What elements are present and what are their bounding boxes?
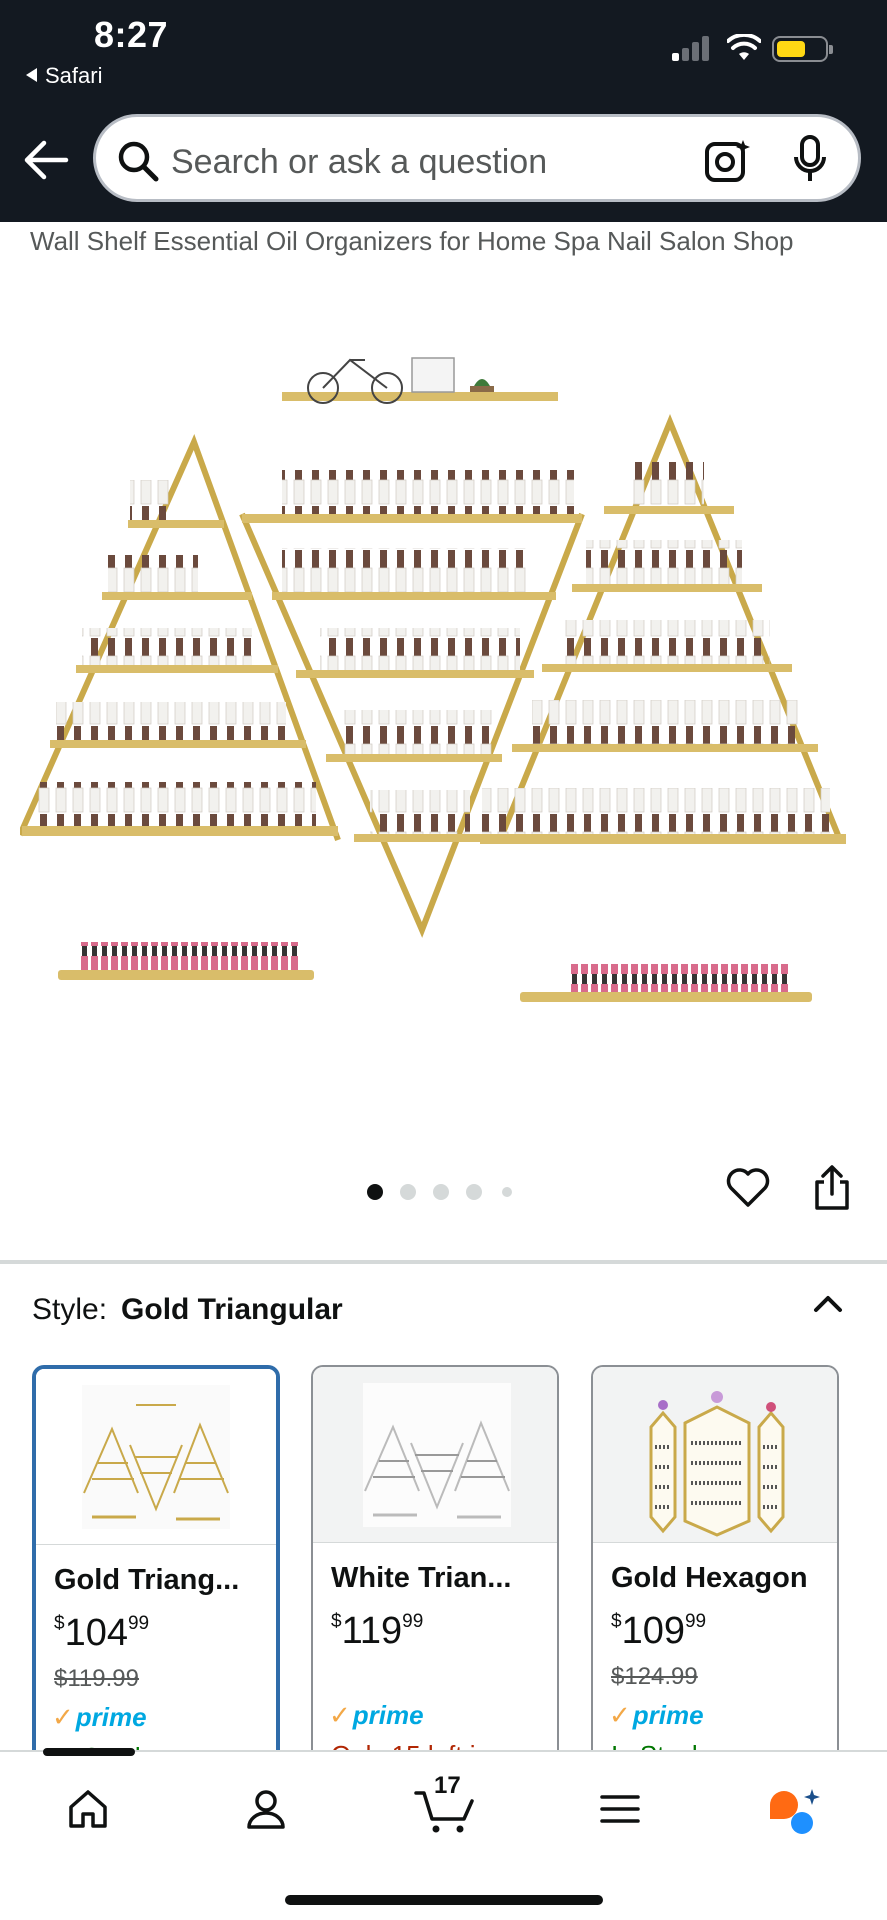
pager-dot[interactable] (466, 1184, 482, 1200)
back-arrow-icon[interactable] (22, 138, 70, 182)
style-option-card[interactable]: Gold Hexagon $10999 $124.99 ✓prime In St… (591, 1365, 839, 1805)
pager-dot[interactable] (502, 1187, 512, 1197)
style-option-card[interactable]: Gold Triang... $10499 $119.99 ✓prime In … (32, 1365, 280, 1805)
cart-count: 17 (434, 1772, 461, 1799)
selected-style: Gold Triangular (121, 1293, 343, 1326)
style-label: Style: Gold Triangular (32, 1293, 343, 1327)
search-input[interactable]: Search or ask a question (171, 143, 547, 182)
account-icon[interactable] (244, 1787, 288, 1831)
bottom-nav: 17 (0, 1748, 887, 1920)
style-option-price: $10499 (54, 1612, 150, 1654)
gold-triangular-thumbnail (82, 1385, 230, 1529)
camera-lens-icon[interactable] (704, 137, 750, 183)
style-thumbnail (36, 1369, 276, 1545)
search-bar[interactable]: Search or ask a question (93, 114, 861, 202)
style-thumbnail (313, 1367, 557, 1543)
status-time: 8:27 (94, 14, 169, 55)
back-to-app-link[interactable]: Safari (26, 63, 102, 89)
search-icon (118, 141, 159, 182)
style-option-price: $10999 (611, 1610, 707, 1652)
style-option-price: $11999 (331, 1610, 424, 1652)
share-icon[interactable] (812, 1164, 852, 1212)
battery-icon (772, 36, 833, 62)
list-price: $119.99 (54, 1665, 139, 1692)
pager-dot[interactable] (400, 1184, 416, 1200)
prime-badge: ✓prime (609, 1700, 704, 1730)
style-option-name: White Trian... (331, 1562, 512, 1594)
back-app-label: Safari (45, 63, 103, 88)
product-image[interactable] (20, 330, 868, 1030)
style-option-name: Gold Hexagon (611, 1562, 808, 1594)
pager-dot[interactable] (433, 1184, 449, 1200)
white-triangular-thumbnail (363, 1383, 511, 1527)
wifi-icon (727, 34, 761, 60)
section-divider (0, 1260, 887, 1264)
home-icon[interactable] (66, 1787, 110, 1831)
app-header: 8:27 Safari Search or ask a question (0, 0, 887, 222)
rufus-assistant-icon[interactable] (766, 1787, 824, 1837)
prime-badge: ✓prime (52, 1702, 147, 1732)
microphone-icon[interactable] (792, 135, 828, 183)
style-option-name: Gold Triang... (54, 1564, 240, 1596)
product-title[interactable]: Wall Shelf Essential Oil Organizers for … (30, 226, 793, 257)
gold-hexagon-thumbnail (649, 1391, 785, 1537)
menu-icon[interactable] (598, 1787, 642, 1831)
style-label-text: Style: (32, 1293, 108, 1326)
chevron-up-icon[interactable] (810, 1286, 846, 1322)
list-price: $124.99 (611, 1663, 698, 1690)
home-indicator-bar (285, 1895, 603, 1905)
back-triangle-icon (26, 68, 37, 82)
active-tab-indicator (43, 1748, 135, 1756)
style-thumbnail (593, 1367, 837, 1543)
prime-badge: ✓prime (329, 1700, 424, 1730)
style-option-card[interactable]: White Trian... $11999 ✓prime Only 15 lef… (311, 1365, 559, 1805)
heart-icon[interactable] (725, 1164, 771, 1210)
cellular-signal-icon (672, 35, 714, 61)
pager-dot[interactable] (367, 1184, 383, 1200)
